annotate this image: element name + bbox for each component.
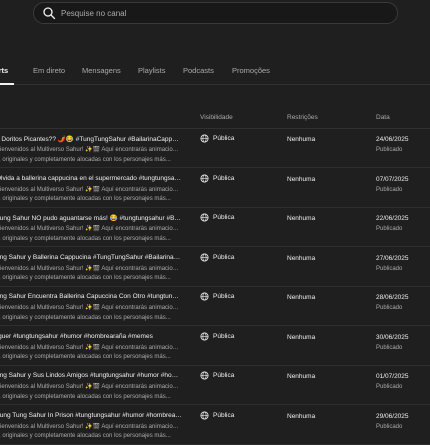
globe-icon: [200, 252, 209, 262]
video-title[interactable]: ung Sahur Encuentra Ballerina Capuccina …: [0, 293, 182, 300]
visibility-label: Pública: [213, 174, 235, 182]
globe-icon: [200, 134, 209, 143]
video-description-line: Bienvenidos al Multiverso Sahur! ✨🎬 Aquí…: [0, 344, 182, 351]
tab-playlists[interactable]: Playlists: [138, 66, 166, 75]
table-row[interactable]: Tung Sahur NO pudo aguantarse más! 😂 #tu…: [0, 207, 430, 247]
tab-shorts[interactable]: orts: [0, 66, 8, 75]
restriction-cell: Nenhuma: [287, 412, 316, 420]
globe-icon: [200, 331, 209, 341]
restriction-cell: Nenhuma: [287, 333, 316, 341]
video-description: Bienvenidos al Multiverso Sahur! ✨🎬 Aquí…: [0, 344, 182, 363]
restriction-cell: Nenhuma: [287, 294, 316, 301]
restriction-cell: Nenhuma: [287, 373, 316, 380]
publish-status: Publicado: [376, 305, 403, 311]
visibility-label: Pública: [213, 135, 235, 142]
video-description-line: Bienvenidos al Multiverso Sahur! ✨🎬 Aquí…: [0, 265, 182, 272]
column-header-date[interactable]: Data: [376, 114, 390, 121]
restriction-cell: Nenhuma: [287, 136, 316, 143]
date-cell: 22/06/2025: [376, 215, 409, 222]
visibility-label: Pública: [213, 293, 235, 300]
tab-podcasts[interactable]: Podcasts: [183, 66, 214, 75]
video-description-line: s, originales y completamente alocadas c…: [0, 196, 171, 202]
video-title[interactable]: Tung Tung Sahur In Prison #tungtungsahur…: [0, 412, 182, 419]
video-title[interactable]: rguer #tungtungsahur #humor #hombrearaña…: [0, 333, 182, 340]
publish-status: Publicado: [376, 147, 403, 153]
date-cell: 27/06/2025: [376, 254, 409, 262]
table-header: Visibilidade Restrições Data: [0, 108, 430, 129]
video-description-line: Bienvenidos al Multiverso Sahur! ✨🎬 Aquí…: [0, 305, 182, 311]
date-cell: 29/06/2025: [376, 412, 409, 420]
globe-icon: [200, 292, 209, 301]
video-description-line: s, originales y completamente alocadas c…: [0, 275, 171, 281]
tab-posts[interactable]: Mensagens: [82, 66, 121, 75]
publish-status: Publicado: [376, 344, 403, 351]
content-tabs: orts Em direto Mensagens Playlists Podca…: [0, 60, 430, 85]
restriction-cell: Nenhuma: [287, 215, 316, 222]
video-description-line: Bienvenidos al Multiverso Sahur! ✨🎬 Aquí…: [0, 226, 182, 232]
video-title[interactable]: ung Sahur y Ballerina Cappucina #TungTun…: [0, 254, 182, 261]
globe-icon: [200, 213, 209, 222]
visibility-label: Pública: [213, 332, 235, 340]
column-header-visibility[interactable]: Visibilidade: [200, 114, 233, 121]
video-description-line: Bienvenidos al Multiverso Sahur! ✨🎬 Aquí…: [0, 423, 182, 430]
date-cell: 01/07/2025: [376, 373, 409, 380]
table-row[interactable]: Tung Tung Sahur In Prison #tungtungsahur…: [0, 405, 430, 445]
video-title[interactable]: Olvida a ballerina cappucina en el super…: [0, 175, 182, 182]
publish-status: Publicado: [376, 265, 403, 272]
top-bar: [0, 0, 430, 50]
restriction-cell: Nenhuma: [287, 175, 316, 183]
video-description: Bienvenidos al Multiverso Sahur! ✨🎬 Aquí…: [0, 265, 182, 284]
video-title[interactable]: e Doritos Picantes?? 🌶️😂 #TungTungSahur …: [0, 135, 182, 143]
visibility-label: Pública: [213, 372, 235, 379]
video-description-line: Bienvenidos al Multiverso Sahur! ✨🎬 Aquí…: [0, 384, 182, 390]
video-title[interactable]: Tung Sahur NO pudo aguantarse más! 😂 #tu…: [0, 214, 182, 222]
video-description-line: Bienvenidos al Multiverso Sahur! ✨🎬 Aquí…: [0, 186, 182, 193]
date-cell: 07/07/2025: [376, 175, 409, 183]
video-description-line: s, originales y completamente alocadas c…: [0, 314, 171, 321]
visibility-label: Pública: [213, 253, 235, 261]
video-description: Bienvenidos al Multiverso Sahur! ✨🎬 Aquí…: [0, 225, 182, 244]
visibility-label: Pública: [213, 214, 235, 221]
table-row[interactable]: ung Sahur y Sus Lindos Amigos #tungtungs…: [0, 365, 430, 405]
video-description: Bienvenidos al Multiverso Sahur! ✨🎬 Aquí…: [0, 423, 182, 442]
active-tab-indicator: [0, 83, 14, 85]
channel-search-box[interactable]: [33, 2, 398, 24]
table-row[interactable]: Olvida a ballerina cappucina en el super…: [0, 168, 430, 208]
video-description: Bienvenidos al Multiverso Sahur! ✨🎬 Aquí…: [0, 383, 182, 402]
publish-status: Publicado: [376, 423, 403, 430]
tab-promotions[interactable]: Promoções: [232, 66, 270, 75]
restriction-cell: Nenhuma: [287, 254, 316, 262]
globe-icon: [200, 410, 209, 420]
video-description: Bienvenidos al Multiverso Sahur! ✨🎬 Aquí…: [0, 186, 182, 205]
globe-icon: [200, 173, 209, 183]
video-title[interactable]: ung Sahur y Sus Lindos Amigos #tungtungs…: [0, 372, 182, 379]
channel-search-input[interactable]: [61, 6, 381, 20]
date-cell: 24/06/2025: [376, 136, 409, 143]
video-description-line: s, originales y completamente alocadas c…: [0, 156, 171, 163]
table-row[interactable]: e Doritos Picantes?? 🌶️😂 #TungTungSahur …: [0, 128, 430, 168]
video-description-line: s, originales y completamente alocadas c…: [0, 433, 171, 439]
video-description: Bienvenidos al Multiverso Sahur! ✨🎬 Aquí…: [0, 304, 182, 323]
video-description-line: s, originales y completamente alocadas c…: [0, 393, 171, 400]
column-header-restrictions[interactable]: Restrições: [287, 114, 318, 121]
publish-status: Publicado: [376, 384, 403, 390]
video-description-line: s, originales y completamente alocadas c…: [0, 354, 171, 360]
table-row[interactable]: rguer #tungtungsahur #humor #hombrearaña…: [0, 326, 430, 366]
publish-status: Publicado: [376, 226, 403, 232]
globe-icon: [200, 371, 209, 380]
video-description-line: s, originales y completamente alocadas c…: [0, 235, 171, 242]
table-row[interactable]: ung Sahur y Ballerina Cappucina #TungTun…: [0, 247, 430, 287]
tab-live[interactable]: Em direto: [33, 66, 65, 75]
video-description-line: Bienvenidos al Multiverso Sahur! ✨🎬 Aquí…: [0, 147, 182, 153]
date-cell: 28/06/2025: [376, 294, 409, 301]
publish-status: Publicado: [376, 186, 403, 193]
search-icon[interactable]: [42, 6, 56, 20]
table-row[interactable]: ung Sahur Encuentra Ballerina Capuccina …: [0, 286, 430, 326]
video-description: Bienvenidos al Multiverso Sahur! ✨🎬 Aquí…: [0, 146, 182, 165]
visibility-label: Pública: [213, 411, 235, 419]
date-cell: 30/06/2025: [376, 333, 409, 341]
